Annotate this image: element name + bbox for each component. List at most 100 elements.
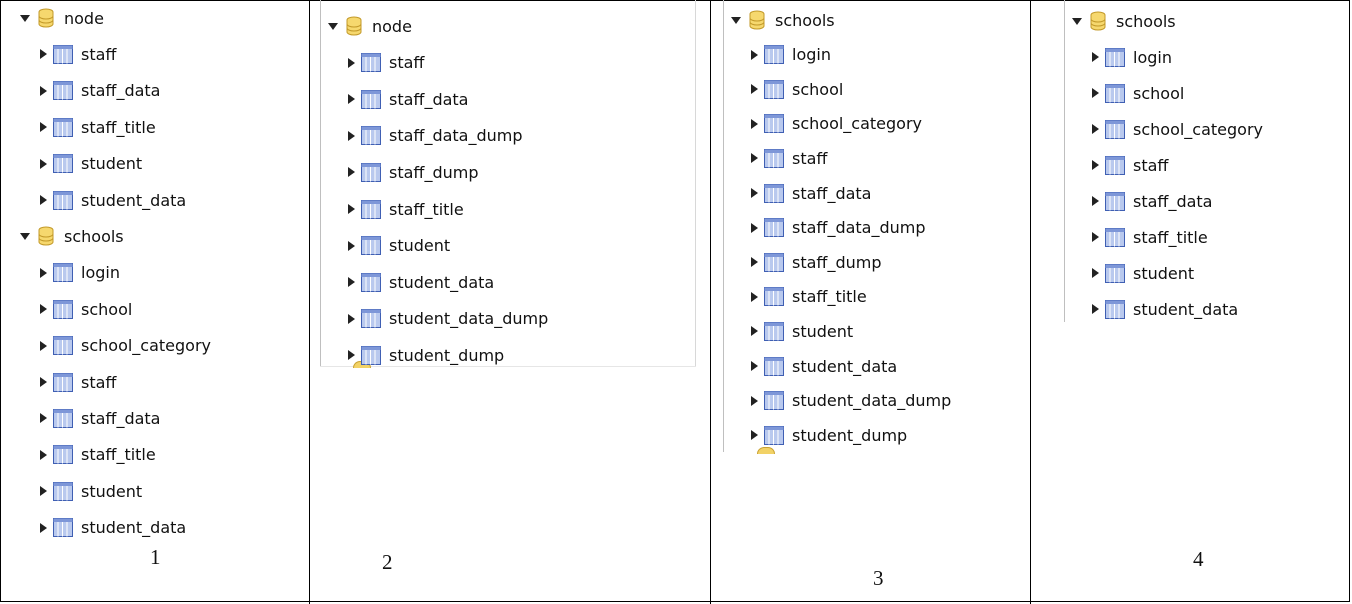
expand-right-arrow-icon[interactable] xyxy=(40,49,47,60)
tree-node-label: staff_title xyxy=(81,117,156,137)
tree-node-table[interactable]: student_data xyxy=(348,270,494,294)
expand-right-arrow-icon[interactable] xyxy=(751,291,758,302)
expand-right-arrow-icon[interactable] xyxy=(1092,124,1099,134)
tree-node-table[interactable]: school_category xyxy=(40,334,211,358)
tree-node-database[interactable]: schools xyxy=(20,224,124,248)
tree-node-table[interactable]: staff_title xyxy=(751,285,867,309)
tree-node-database[interactable]: node xyxy=(20,6,104,30)
tree-node-table[interactable]: staff xyxy=(348,51,424,75)
tree-node-table[interactable]: staff xyxy=(40,370,116,394)
expand-down-arrow-icon[interactable] xyxy=(20,14,30,22)
tree-node-table[interactable]: school_category xyxy=(751,112,922,136)
tree-node-database[interactable]: node xyxy=(328,14,412,38)
expand-right-arrow-icon[interactable] xyxy=(348,350,355,361)
expand-right-arrow-icon[interactable] xyxy=(1092,52,1099,62)
tree-node-table[interactable]: staff_data xyxy=(40,79,160,103)
tree-node-table[interactable]: staff_title xyxy=(40,443,156,467)
expand-right-arrow-icon[interactable] xyxy=(348,94,355,105)
tree-node-table[interactable]: student_dump xyxy=(348,343,504,367)
expand-right-arrow-icon[interactable] xyxy=(40,85,47,96)
tree-node-table[interactable]: staff_data xyxy=(348,87,468,111)
expand-right-arrow-icon[interactable] xyxy=(40,158,47,169)
tree-node-table[interactable]: school xyxy=(1092,81,1184,105)
tree-node-table[interactable]: student_data xyxy=(40,516,186,540)
expand-right-arrow-icon[interactable] xyxy=(1092,196,1099,206)
expand-right-arrow-icon[interactable] xyxy=(751,153,758,164)
expand-right-arrow-icon[interactable] xyxy=(751,118,758,129)
expand-right-arrow-icon[interactable] xyxy=(348,240,355,251)
expand-right-arrow-icon[interactable] xyxy=(751,49,758,60)
tree-node-table[interactable]: login xyxy=(40,261,120,285)
tree-node-table[interactable]: staff xyxy=(751,146,827,170)
expand-right-arrow-icon[interactable] xyxy=(1092,268,1099,278)
tree-node-table[interactable]: staff_data_dump xyxy=(348,124,523,148)
tree-node-table[interactable]: staff_title xyxy=(348,197,464,221)
database-icon xyxy=(344,16,364,36)
expand-right-arrow-icon[interactable] xyxy=(751,257,758,268)
expand-right-arrow-icon[interactable] xyxy=(751,188,758,198)
expand-right-arrow-icon[interactable] xyxy=(40,122,47,133)
tree-node-table[interactable]: school xyxy=(40,297,132,321)
tree-node-table[interactable]: student_data xyxy=(40,188,186,212)
tree-node-database[interactable]: schools xyxy=(1072,9,1176,33)
tree-node-table[interactable]: staff_data_dump xyxy=(751,216,926,240)
tree-node-label: student_data xyxy=(81,518,187,538)
expand-right-arrow-icon[interactable] xyxy=(751,395,758,406)
expand-right-arrow-icon[interactable] xyxy=(40,304,47,315)
expand-right-arrow-icon[interactable] xyxy=(1092,232,1099,242)
tree-node-table[interactable]: staff_dump xyxy=(348,160,478,184)
expand-down-arrow-icon[interactable] xyxy=(1072,17,1082,25)
expand-right-arrow-icon[interactable] xyxy=(348,313,355,324)
tree-node-table[interactable]: staff_title xyxy=(40,115,156,139)
tree-node-table[interactable]: student_dump xyxy=(751,423,907,447)
tree-node-table[interactable]: school xyxy=(751,77,843,101)
expand-down-arrow-icon[interactable] xyxy=(328,22,338,30)
expand-right-arrow-icon[interactable] xyxy=(348,130,355,141)
expand-down-arrow-icon[interactable] xyxy=(20,232,30,240)
expand-right-arrow-icon[interactable] xyxy=(751,222,758,233)
expand-right-arrow-icon[interactable] xyxy=(40,377,47,387)
tree-node-table[interactable]: staff_title xyxy=(1092,225,1208,249)
tree-node-table[interactable]: student_data xyxy=(751,354,897,378)
expand-right-arrow-icon[interactable] xyxy=(40,413,47,424)
tree-node-table[interactable]: staff_data xyxy=(40,406,160,430)
expand-right-arrow-icon[interactable] xyxy=(40,195,47,205)
expand-right-arrow-icon[interactable] xyxy=(751,84,758,95)
expand-right-arrow-icon[interactable] xyxy=(40,340,47,351)
expand-right-arrow-icon[interactable] xyxy=(751,326,758,337)
tree-node-table[interactable]: school_category xyxy=(1092,117,1263,141)
expand-right-arrow-icon[interactable] xyxy=(1092,160,1099,170)
tree-node-table[interactable]: student xyxy=(40,152,142,176)
expand-right-arrow-icon[interactable] xyxy=(40,522,47,533)
expand-right-arrow-icon[interactable] xyxy=(348,167,355,178)
expand-right-arrow-icon[interactable] xyxy=(348,204,355,214)
tree-node-table[interactable]: student_data_dump xyxy=(751,389,951,413)
tree-node-label: school_category xyxy=(1133,119,1264,139)
expand-right-arrow-icon[interactable] xyxy=(1092,304,1099,314)
tree-node-table[interactable]: student xyxy=(40,479,142,503)
tree-node-table[interactable]: staff xyxy=(1092,153,1168,177)
tree-node-table[interactable]: login xyxy=(1092,45,1172,69)
tree-node-table[interactable]: student_data xyxy=(1092,297,1238,321)
tree-node-table[interactable]: staff_data xyxy=(1092,189,1212,213)
tree-node-table[interactable]: staff_data xyxy=(751,181,871,205)
tree-node-table[interactable]: student_data_dump xyxy=(348,307,548,331)
expand-right-arrow-icon[interactable] xyxy=(348,277,355,288)
expand-right-arrow-icon[interactable] xyxy=(1092,88,1099,98)
tree-node-table[interactable]: student xyxy=(348,234,450,258)
expand-down-arrow-icon[interactable] xyxy=(731,16,741,24)
expand-right-arrow-icon[interactable] xyxy=(348,57,355,68)
tree-node-table[interactable]: student xyxy=(751,319,853,343)
tree-node-table[interactable]: staff_dump xyxy=(751,250,881,274)
expand-right-arrow-icon[interactable] xyxy=(751,430,758,441)
expand-right-arrow-icon[interactable] xyxy=(40,486,47,497)
table-icon xyxy=(764,287,784,307)
tree-node-table[interactable]: staff xyxy=(40,42,116,66)
tree-node-database[interactable]: schools xyxy=(731,8,835,32)
tree-node-table[interactable]: student xyxy=(1092,261,1194,285)
tree-node-table[interactable]: login xyxy=(751,43,831,67)
expand-right-arrow-icon[interactable] xyxy=(751,361,758,371)
pane-edge xyxy=(723,0,724,452)
expand-right-arrow-icon[interactable] xyxy=(40,449,47,460)
expand-right-arrow-icon[interactable] xyxy=(40,267,47,278)
